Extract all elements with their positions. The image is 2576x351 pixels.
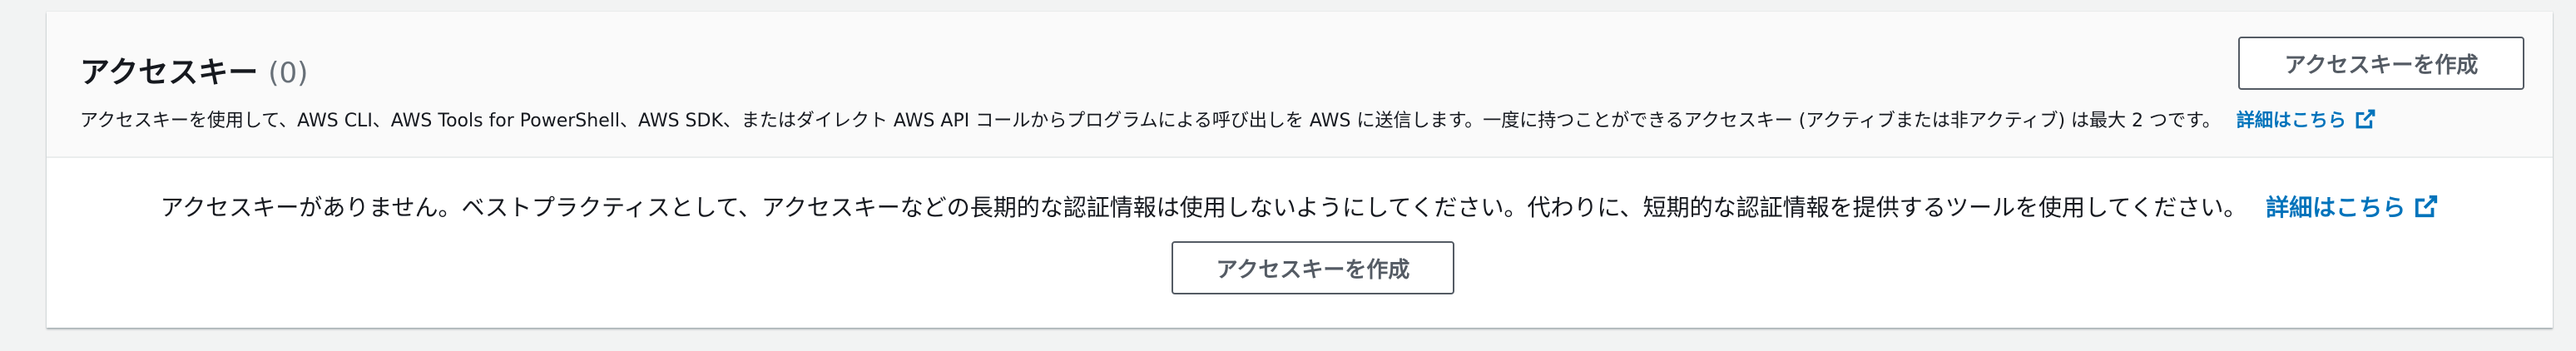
title-row: アクセスキー (0) [80,48,308,91]
access-keys-panel: アクセスキー (0) アクセスキーを使用して、AWS CLI、AWS Tools… [47,12,2553,328]
page: アクセスキー (0) アクセスキーを使用して、AWS CLI、AWS Tools… [0,0,2576,351]
panel-description: アクセスキーを使用して、AWS CLI、AWS Tools for PowerS… [80,108,2376,135]
panel-title: アクセスキー [80,56,259,90]
empty-state-learn-more-label: 詳細はこちら [2266,194,2406,221]
external-link-icon [2356,109,2375,129]
create-access-key-button[interactable]: アクセスキーを作成 [2238,37,2524,90]
empty-state-create-access-key-button[interactable]: アクセスキーを作成 [1172,241,1454,294]
empty-state-learn-more-link[interactable]: 詳細はこちら [2266,194,2439,221]
empty-state-message: アクセスキーがありません。ベストプラクティスとして、アクセスキーなどの長期的な認… [47,191,2553,225]
panel-header: アクセスキー (0) アクセスキーを使用して、AWS CLI、AWS Tools… [47,12,2553,158]
empty-state-text: アクセスキーがありません。ベストプラクティスとして、アクセスキーなどの長期的な認… [160,194,2247,221]
learn-more-link-label: 詳細はこちら [2236,111,2346,131]
description-text: アクセスキーを使用して、AWS CLI、AWS Tools for PowerS… [80,111,2221,131]
learn-more-link[interactable]: 詳細はこちら [2236,109,2376,131]
access-key-count: (0) [268,57,309,90]
external-link-icon [2415,195,2438,218]
